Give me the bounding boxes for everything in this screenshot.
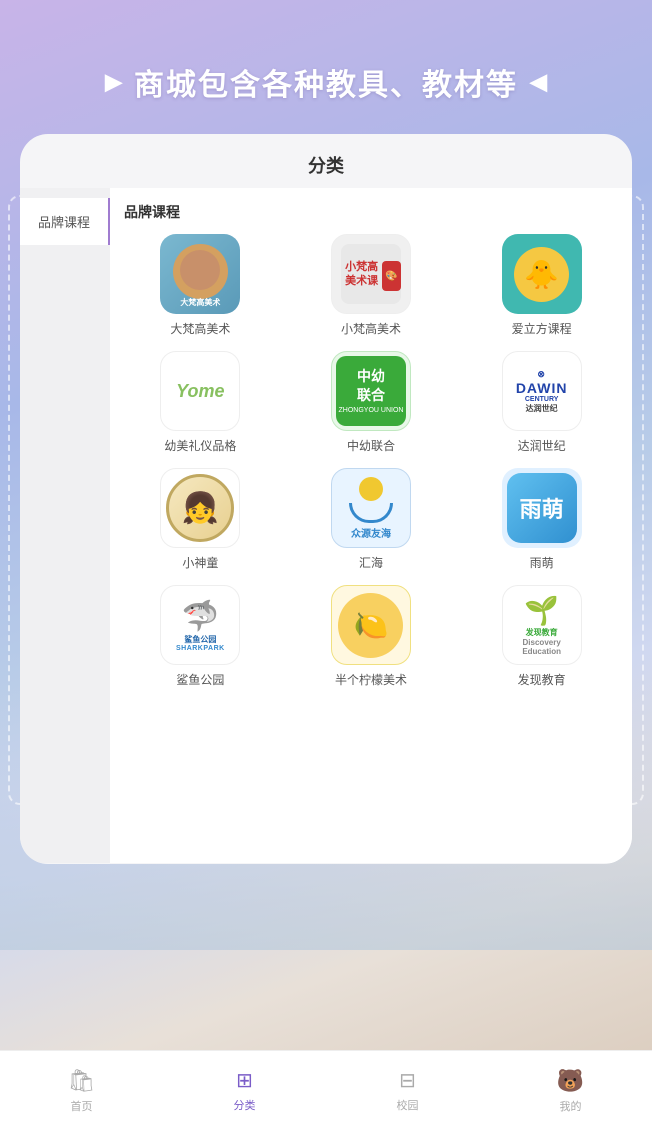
xiaoshen-inner: 👧 [166, 474, 234, 542]
dawin-century: CENTURY [516, 396, 568, 403]
brand-logo-huihai: 众源友海 [331, 468, 411, 548]
xiaoshen-emoji: 👧 [182, 491, 219, 526]
brand-item-youmei[interactable]: Yome 幼美礼仪品格 [120, 351, 281, 454]
brand-logo-shark: 🦈 鲨鱼公园 SHARKPARK [160, 585, 240, 665]
home-icon: 🛍 [68, 1068, 96, 1094]
brand-logo-youmei: Yome [160, 351, 240, 431]
brand-item-discover[interactable]: 🌱 发现教育 Discovery Education 发现教育 [461, 585, 622, 688]
brand-item-dawin[interactable]: ⊗ DAWIN CENTURY 达润世纪 达润世纪 [461, 351, 622, 454]
brand-name-zhongyou: 中幼联合 [347, 437, 395, 454]
shark-text-group: 鲨鱼公园 SHARKPARK [176, 634, 225, 652]
brand-item-lemon[interactable]: 🍋 半个柠檬美术 [291, 585, 452, 688]
tab-home-label: 首页 [71, 1098, 93, 1114]
youmei-inner: Yome [176, 381, 224, 402]
brand-name-discover: 发现教育 [518, 671, 566, 688]
arrow-left-icon: ▶ [105, 69, 122, 95]
brand-item-zhongyou[interactable]: 中幼 联合 ZHONGYOU UNION 中幼联合 [291, 351, 452, 454]
discover-inner: 🌱 发现教育 Discovery Education [503, 594, 581, 656]
brand-logo-xiaoshen: 👧 [160, 468, 240, 548]
brand-logo-dafan: 大梵高美术 [160, 234, 240, 314]
brand-name-xiaoshen: 小神童 [182, 554, 218, 571]
shark-inner: 🦈 鲨鱼公园 SHARKPARK [176, 599, 225, 652]
brand-item-ailf[interactable]: 🐥 爱立方课程 [461, 234, 622, 337]
brand-name-dawin: 达润世纪 [518, 437, 566, 454]
card-content: 品牌课程 品牌课程 大梵高美术 大梵高美术 [20, 188, 632, 863]
discover-cn: 发现教育 [503, 627, 581, 638]
brand-name-ailf: 爱立方课程 [512, 320, 572, 337]
card-title: 分类 [20, 134, 632, 188]
xiaofan-logo-box: 🎨 [382, 261, 401, 291]
xiaofan-brand: 小梵高美术课 [341, 260, 382, 289]
brand-logo-discover: 🌱 发现教育 Discovery Education [502, 585, 582, 665]
content-area: 品牌课程 大梵高美术 大梵高美术 小梵高美术课 [110, 188, 632, 863]
discover-en: Discovery Education [503, 638, 581, 656]
tab-mine-label: 我的 [560, 1098, 582, 1114]
brand-name-yumeng: 雨萌 [530, 554, 554, 571]
brand-item-dafan[interactable]: 大梵高美术 大梵高美术 [120, 234, 281, 337]
brand-logo-dawin: ⊗ DAWIN CENTURY 达润世纪 [502, 351, 582, 431]
brand-logo-zhongyou: 中幼 联合 ZHONGYOU UNION [331, 351, 411, 431]
zhongyou-sub: ZHONGYOU UNION [339, 406, 404, 416]
brand-name-huihai: 汇海 [359, 554, 383, 571]
brand-logo-xiaofan: 小梵高美术课 🎨 [331, 234, 411, 314]
brand-name-youmei: 幼美礼仪品格 [164, 437, 236, 454]
brand-item-huihai[interactable]: 众源友海 汇海 [291, 468, 452, 571]
tab-mine[interactable]: 🐻 我的 [489, 1051, 652, 1130]
tab-bar: 🛍 首页 ⊞ 分类 ⊟ 校园 🐻 我的 [0, 1050, 652, 1130]
brand-logo-ailf: 🐥 [502, 234, 582, 314]
zhongyou-inner: 中幼 联合 ZHONGYOU UNION [336, 356, 406, 426]
shark-emoji: 🦈 [182, 599, 219, 634]
brand-grid: 大梵高美术 大梵高美术 小梵高美术课 🎨 小梵高美术 [120, 234, 622, 688]
brand-item-yumeng[interactable]: 雨萌 雨萌 [461, 468, 622, 571]
yumeng-inner: 雨萌 [507, 473, 577, 543]
huihai-label: 众源友海 [351, 525, 391, 540]
dafan-text: 大梵高美术 [160, 297, 240, 308]
section-title: 品牌课程 [120, 202, 622, 222]
dawin-inner: ⊗ DAWIN CENTURY 达润世纪 [516, 369, 568, 414]
ailf-circle: 🐥 [514, 247, 569, 302]
xiaofan-inner: 小梵高美术课 🎨 [341, 244, 401, 304]
category-icon: ⊞ [236, 1068, 253, 1093]
dawin-cn: 达润世纪 [516, 403, 568, 414]
zhongyou-text1: 中幼 [357, 367, 385, 387]
campus-icon: ⊟ [399, 1068, 416, 1093]
zhongyou-text2: 联合 [357, 386, 385, 406]
tab-campus-label: 校园 [397, 1097, 419, 1113]
brand-logo-yumeng: 雨萌 [502, 468, 582, 548]
shark-en: SHARKPARK [176, 645, 225, 652]
brand-item-xiaoshen[interactable]: 👧 小神童 [120, 468, 281, 571]
header-title: 商城包含各种教具、教材等 [134, 60, 518, 104]
brand-item-xiaofan[interactable]: 小梵高美术课 🎨 小梵高美术 [291, 234, 452, 337]
discover-icon: 🌱 [503, 594, 581, 627]
tab-home[interactable]: 🛍 首页 [0, 1051, 163, 1130]
tab-campus[interactable]: ⊟ 校园 [326, 1051, 489, 1130]
huihai-inner: 众源友海 [349, 477, 393, 540]
tab-category[interactable]: ⊞ 分类 [163, 1051, 326, 1130]
xiaofan-logo-icon: 🎨 [385, 270, 397, 283]
header-banner: ▶ 商城包含各种教具、教材等 ◀ [0, 0, 652, 124]
brand-name-lemon: 半个柠檬美术 [335, 671, 407, 688]
mine-icon: 🐻 [557, 1068, 584, 1094]
sidebar: 品牌课程 [20, 188, 110, 863]
brand-item-shark[interactable]: 🦈 鲨鱼公园 SHARKPARK 鲨鱼公园 [120, 585, 281, 688]
dafan-face [180, 250, 220, 290]
shark-cn: 鲨鱼公园 [184, 634, 216, 645]
brand-name-dafan: 大梵高美术 [170, 320, 230, 337]
brand-name-xiaofan: 小梵高美术 [341, 320, 401, 337]
brand-name-shark: 鲨鱼公园 [176, 671, 224, 688]
brand-logo-lemon: 🍋 [331, 585, 411, 665]
huihai-sun [359, 477, 383, 501]
arrow-right-icon: ◀ [530, 69, 547, 95]
lemon-inner: 🍋 [338, 593, 403, 658]
dawin-icon: ⊗ [516, 369, 568, 380]
dawin-text: DAWIN [516, 380, 568, 396]
tab-category-label: 分类 [234, 1097, 256, 1113]
sidebar-item-brand-course[interactable]: 品牌课程 [20, 198, 110, 245]
main-card: 分类 品牌课程 品牌课程 大梵高美术 大梵高美术 [20, 134, 632, 864]
huihai-waves [349, 503, 393, 523]
